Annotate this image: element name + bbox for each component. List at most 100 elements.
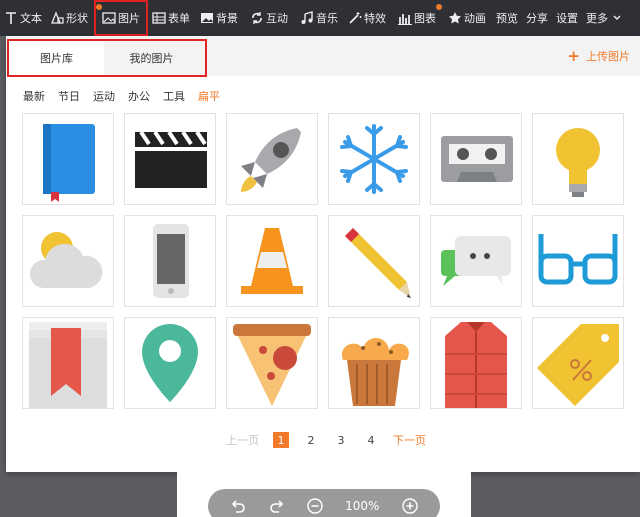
image-tile[interactable] [124,113,216,205]
image-panel: 图片库 我的图片 + 上传图片 最新 节日 运动 办公 工具 扁平 上一页 1 … [6,36,640,472]
top-toolbar: 文本 形状 图片 表单 背景 互动 音乐 特效 图表 动画 预览 分享 设置 更… [0,0,640,36]
image-tile[interactable] [328,113,420,205]
image-tile[interactable] [532,215,624,307]
toolbar-interact-button[interactable]: 互动 [246,0,296,36]
toolbar-share-button[interactable]: 分享 [522,0,552,36]
image-tile[interactable] [22,317,114,409]
pencil-icon [345,228,411,298]
toolbar-preview-button[interactable]: 预览 [492,0,522,36]
category-office[interactable]: 办公 [128,88,150,104]
cupcake-icon [341,338,409,406]
image-tile[interactable] [226,215,318,307]
chart-icon [398,11,412,25]
toolbar-background-button[interactable]: 背景 [196,0,246,36]
toolbar-text-label: 文本 [20,12,42,25]
zoom-in-icon[interactable] [402,498,418,514]
star-icon [448,11,462,25]
toolbar-animation-button[interactable]: 动画 [444,0,492,36]
blue-book-icon [43,124,95,202]
toolbar-table-label: 表单 [168,12,190,25]
chat-bubbles-icon [441,236,511,286]
tab-image-library[interactable]: 图片库 [9,41,104,75]
toolbar-chart-label: 图表 [414,12,436,25]
toolbar-settings-button[interactable]: 设置 [552,0,582,36]
shape-icon [50,11,64,25]
category-flat[interactable]: 扁平 [198,88,220,104]
image-tile[interactable] [124,317,216,409]
effects-icon [348,11,362,25]
table-icon [152,11,166,25]
category-latest[interactable]: 最新 [23,88,45,104]
toolbar-music-label: 音乐 [316,12,338,25]
zoom-out-icon[interactable] [307,498,323,514]
tab-image-library-label: 图片库 [40,52,73,65]
toolbar-preview-label: 预览 [496,12,518,25]
toolbar-shape-button[interactable]: 形状 [46,0,94,36]
image-grid [22,113,624,409]
toolbar-text-button[interactable]: 文本 [0,0,46,36]
image-tile[interactable] [328,317,420,409]
page-button-2[interactable]: 2 [303,432,319,448]
image-icon [102,11,116,25]
cassette-icon [441,136,513,182]
rocket-icon [241,128,301,192]
toolbar-image-button[interactable]: 图片 [94,0,148,36]
upload-image-button[interactable]: + 上传图片 [567,48,630,64]
tab-group: 图片库 我的图片 [7,39,207,77]
zoom-level: 100% [345,499,380,513]
image-tile[interactable] [226,113,318,205]
price-tag-icon [537,324,619,406]
toolbar-effects-label: 特效 [364,12,386,25]
image-tile[interactable] [532,113,624,205]
image-tile[interactable] [226,317,318,409]
smartphone-icon [153,224,189,298]
music-icon [300,11,314,25]
vest-icon [445,322,507,408]
toolbar-settings-label: 设置 [556,12,578,25]
redo-icon[interactable] [269,498,285,514]
weather-cloud-icon [29,232,103,288]
undo-icon[interactable] [230,498,246,514]
zoom-toolbar: 100% [208,489,440,517]
toolbar-image-label: 图片 [118,12,140,25]
toolbar-shape-label: 形状 [66,12,88,25]
page-button-3[interactable]: 3 [333,432,349,448]
notification-dot [436,4,442,10]
tab-my-images[interactable]: 我的图片 [104,41,199,75]
image-tile[interactable] [22,215,114,307]
map-pin-icon [142,324,198,402]
page-button-4[interactable]: 4 [363,432,379,448]
snowflake-icon [340,124,408,194]
toolbar-table-button[interactable]: 表单 [148,0,196,36]
page-button-1[interactable]: 1 [273,432,289,448]
category-sports[interactable]: 运动 [93,88,115,104]
interact-icon [250,11,264,25]
next-page-button[interactable]: 下一页 [393,432,426,448]
pizza-slice-icon [233,324,311,406]
toolbar-more-button[interactable]: 更多 [582,0,630,36]
toolbar-chart-button[interactable]: 图表 [394,0,444,36]
tab-my-images-label: 我的图片 [129,52,174,65]
plus-icon: + [567,47,580,65]
category-tools[interactable]: 工具 [163,88,185,104]
image-tile[interactable] [328,215,420,307]
image-tile[interactable] [124,215,216,307]
traffic-cone-icon [241,228,303,294]
toolbar-more-label: 更多 [586,12,608,25]
notification-dot [96,4,102,10]
bookmark-icon [29,322,107,408]
image-tile[interactable] [430,317,522,409]
image-tile[interactable] [532,317,624,409]
toolbar-animation-label: 动画 [464,12,486,25]
category-holiday[interactable]: 节日 [58,88,80,104]
image-tile[interactable] [430,113,522,205]
lightbulb-icon [556,128,600,197]
prev-page-button[interactable]: 上一页 [226,432,259,448]
toolbar-effects-button[interactable]: 特效 [344,0,394,36]
image-tile[interactable] [22,113,114,205]
pagination: 上一页 1 2 3 4 下一页 [226,432,426,448]
toolbar-music-button[interactable]: 音乐 [296,0,344,36]
category-filter: 最新 节日 运动 办公 工具 扁平 [23,88,220,104]
image-tile[interactable] [430,215,522,307]
toolbar-interact-label: 互动 [266,12,288,25]
